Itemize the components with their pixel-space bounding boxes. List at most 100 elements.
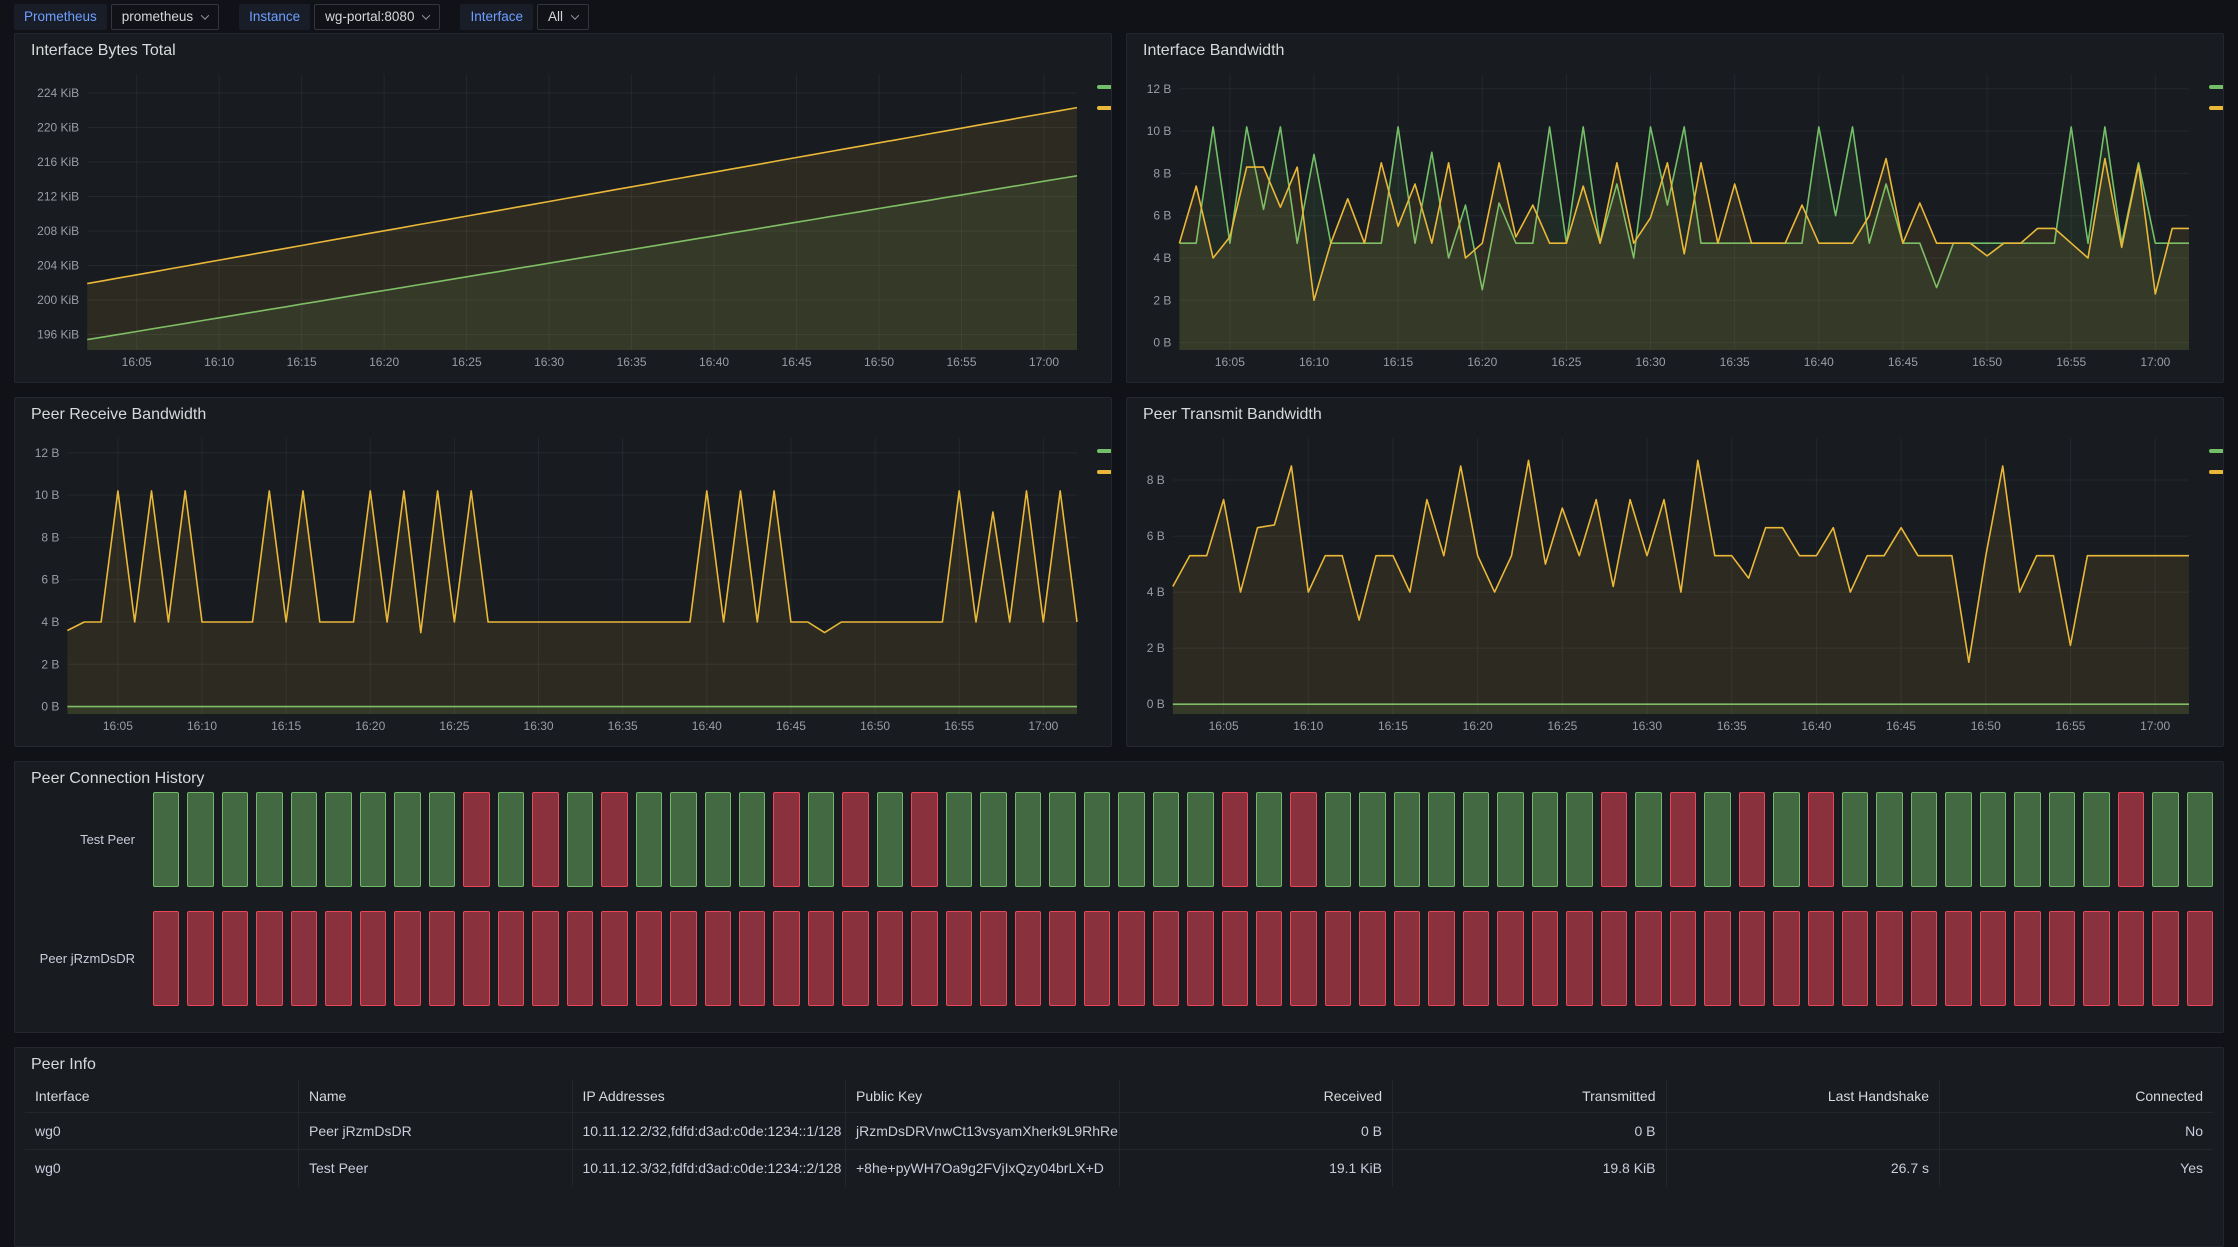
chart-legend: Peer jRzmDsDR Test Peer: [1085, 428, 1112, 736]
timeline-bar-connected: [1911, 792, 1937, 887]
x-axis-tick-label: 16:05: [103, 719, 133, 733]
panel-title[interactable]: Peer Connection History: [25, 768, 2213, 792]
table-header-cell[interactable]: IP Addresses: [572, 1080, 846, 1113]
timeline-x-axis: 16:0616:1116:1616:2116:2616:3116:3616:41…: [153, 1030, 2213, 1033]
chart-area: 16:0516:1016:1516:2016:2516:3016:3516:40…: [1137, 64, 2213, 372]
table-header-cell[interactable]: Name: [299, 1080, 573, 1113]
legend-series-swatch: [1097, 449, 1112, 453]
legend-item[interactable]: Test Peer: [2209, 465, 2224, 479]
legend-item[interactable]: Received wg0: [2209, 80, 2224, 94]
variable-value-interface[interactable]: All: [537, 4, 589, 30]
table-cell: +8he+pyWH7Oa9g2FVjIxQzy04brLX+D: [846, 1150, 1120, 1187]
timeline-bar-disconnected: [842, 911, 868, 1006]
timeline-bar-connected: [1049, 792, 1075, 887]
x-axis-tick-label: 16:10: [204, 355, 234, 369]
table-header-cell[interactable]: Public Key: [846, 1080, 1120, 1113]
variable-value-text: All: [548, 9, 563, 24]
y-axis-tick-label: 8 B: [1147, 473, 1165, 487]
variable-value-text: prometheus: [122, 9, 193, 24]
timeline-bar-disconnected: [2118, 792, 2144, 887]
legend-item[interactable]: Received wg0: [1097, 80, 1112, 94]
table-header-cell[interactable]: Interface: [25, 1080, 299, 1113]
x-axis-tick-label: 16:05: [1215, 355, 1245, 369]
table-row: wg0Test Peer10.11.12.3/32,fdfd:d3ad:c0de…: [25, 1150, 2213, 1187]
x-axis-tick-label: 16:20: [355, 719, 385, 733]
panel-title[interactable]: Peer Transmit Bandwidth: [1137, 404, 2213, 428]
series-area: [67, 491, 1077, 714]
legend-item[interactable]: Test Peer: [1097, 465, 1112, 479]
y-axis-tick-label: 12 B: [1147, 82, 1172, 96]
timeline-bar-disconnected: [1049, 911, 1075, 1006]
timeline-bar-disconnected: [1704, 911, 1730, 1006]
y-axis-tick-label: 0 B: [41, 700, 59, 714]
legend-item[interactable]: Peer jRzmDsDR: [1097, 444, 1112, 458]
timeline-bar-connected: [1153, 792, 1179, 887]
panel-title[interactable]: Peer Info: [25, 1054, 2213, 1078]
timeline-bar-connected: [498, 792, 524, 887]
timeline-bar-disconnected: [911, 911, 937, 1006]
chevron-down-icon: [201, 11, 209, 19]
timeline-bar-connected: [187, 792, 213, 887]
x-axis-tick-label: 16:50: [1971, 719, 2001, 733]
x-axis-tick-label: 16:40: [1801, 719, 1831, 733]
y-axis-tick-label: 6 B: [41, 573, 59, 587]
timeline-bar-disconnected: [463, 911, 489, 1006]
timeline-bar-connected: [153, 792, 179, 887]
x-axis-tick-label: 16:25: [1547, 719, 1577, 733]
peer-info-table: InterfaceNameIP AddressesPublic KeyRecei…: [25, 1080, 2213, 1187]
y-axis-tick-label: 8 B: [41, 530, 59, 544]
table-row: wg0Peer jRzmDsDR10.11.12.2/32,fdfd:d3ad:…: [25, 1113, 2213, 1150]
table-header-cell[interactable]: Connected: [1940, 1080, 2214, 1113]
timeline-row: Test Peer: [25, 792, 2213, 887]
timeline-bar-connected: [291, 792, 317, 887]
timeline-bar-disconnected: [1808, 911, 1834, 1006]
x-axis-tick-label: 16:10: [1293, 719, 1323, 733]
y-axis-tick-label: 4 B: [41, 615, 59, 629]
legend-item[interactable]: Peer jRzmDsDR: [2209, 444, 2224, 458]
timeline-bar-disconnected: [1876, 911, 1902, 1006]
panel-title[interactable]: Interface Bytes Total: [25, 40, 1101, 64]
table-header-cell[interactable]: Received: [1119, 1080, 1393, 1113]
timeline-bar-connected: [739, 792, 765, 887]
table-cell: 0 B: [1119, 1113, 1393, 1150]
x-axis-tick-label: 16:35: [1720, 355, 1750, 369]
table-header-cell[interactable]: Last Handshake: [1666, 1080, 1940, 1113]
legend-item[interactable]: Sent wg0: [2209, 101, 2224, 115]
timeline-bar-disconnected: [670, 911, 696, 1006]
chart-legend: Peer jRzmDsDR Test Peer: [2197, 428, 2224, 736]
legend-item[interactable]: Sent wg0: [1097, 101, 1112, 115]
x-axis-tick-label: 16:25: [439, 719, 469, 733]
timeline-bar-disconnected: [360, 911, 386, 1006]
panel-title[interactable]: Interface Bandwidth: [1137, 40, 2213, 64]
timeline-bar-connected: [2152, 792, 2178, 887]
panel-peer-connection-history: Peer Connection History Test PeerPeer jR…: [14, 761, 2224, 1033]
timeline-bar-disconnected: [601, 792, 627, 887]
panel-peer-receive-bandwidth: Peer Receive Bandwidth 16:0516:1016:1516…: [14, 397, 1112, 747]
timeline-bar-disconnected: [1808, 792, 1834, 887]
x-axis-tick-label: 16:30: [1636, 355, 1666, 369]
timeline-bar-connected: [636, 792, 662, 887]
panel-title[interactable]: Peer Receive Bandwidth: [25, 404, 1101, 428]
timeline-bar-disconnected: [532, 792, 558, 887]
table-cell: 0 B: [1393, 1113, 1667, 1150]
variable-value-instance[interactable]: wg-portal:8080: [314, 4, 440, 30]
y-axis-tick-label: 6 B: [1147, 529, 1165, 543]
timeline-bar-disconnected: [773, 792, 799, 887]
timeline-bar-connected: [808, 792, 834, 887]
timeline-bar-connected: [1325, 792, 1351, 887]
table-header-cell[interactable]: Transmitted: [1393, 1080, 1667, 1113]
variable-value-prometheus[interactable]: prometheus: [111, 4, 219, 30]
timeline-bar-connected: [1980, 792, 2006, 887]
timeline-bar-connected: [2014, 792, 2040, 887]
timeline-bar-disconnected: [1118, 911, 1144, 1006]
x-axis-tick-label: 16:35: [1717, 719, 1747, 733]
x-axis-tick-label: 16:30: [524, 719, 554, 733]
x-axis-tick-label: 16:55: [2056, 355, 2086, 369]
variable-interface: Interface All: [460, 4, 589, 30]
timeline-bar-connected: [1876, 792, 1902, 887]
x-axis-tick-label: 16:40: [1804, 355, 1834, 369]
y-axis-tick-label: 216 KiB: [37, 155, 79, 169]
variable-instance: Instance wg-portal:8080: [239, 4, 440, 30]
y-axis-tick-label: 224 KiB: [37, 86, 79, 100]
panel-interface-bandwidth: Interface Bandwidth 16:0516:1016:1516:20…: [1126, 33, 2224, 383]
